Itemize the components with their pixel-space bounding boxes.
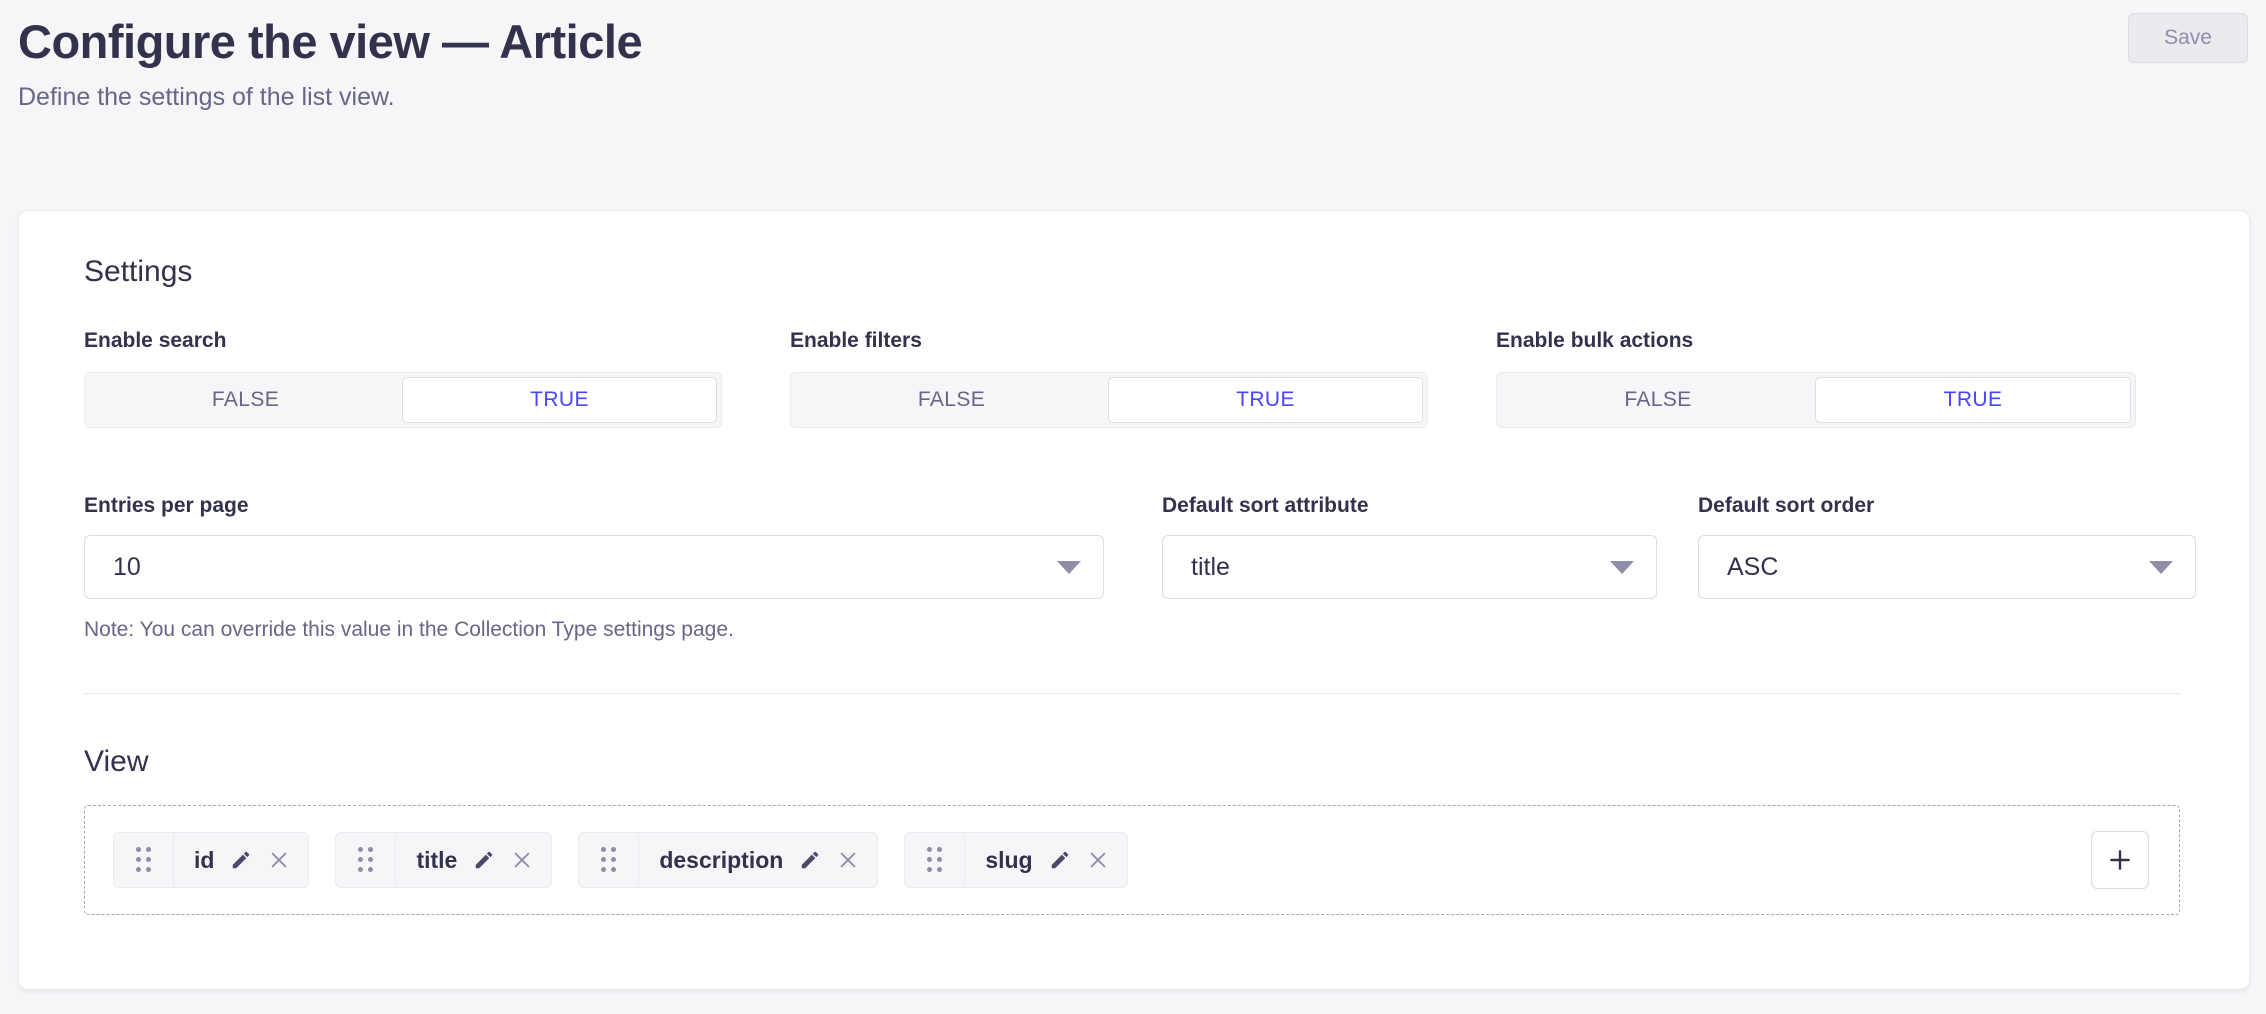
enable-filters-true-option[interactable]: TRUE xyxy=(1108,377,1423,423)
default-sort-order-select[interactable]: ASC xyxy=(1698,535,2196,599)
label-default-sort-attribute: Default sort attribute xyxy=(1162,495,1657,516)
enable-filters-false-option[interactable]: FALSE xyxy=(795,377,1108,423)
enable-bulk-actions-false-option[interactable]: FALSE xyxy=(1501,377,1815,423)
edit-pencil-icon[interactable] xyxy=(230,849,252,871)
field-entries-per-page: Entries per page 10 xyxy=(84,495,1104,599)
edit-pencil-icon[interactable] xyxy=(1049,849,1071,871)
edit-pencil-icon[interactable] xyxy=(473,849,495,871)
segmented-control-enable-filters: FALSE TRUE xyxy=(790,372,1428,428)
field-default-sort-order: Default sort order ASC xyxy=(1698,495,2196,599)
entries-per-page-select[interactable]: 10 xyxy=(84,535,1104,599)
segmented-control-enable-bulk-actions: FALSE TRUE xyxy=(1496,372,2136,428)
section-divider xyxy=(84,693,2180,694)
drag-handle-icon[interactable] xyxy=(114,833,174,887)
field-default-sort-attribute: Default sort attribute title xyxy=(1162,495,1657,599)
configure-view-page: Configure the view — Article Define the … xyxy=(0,0,2266,1014)
drag-handle-icon[interactable] xyxy=(579,833,639,887)
page-title: Configure the view — Article xyxy=(18,12,2226,72)
drag-handle-icon[interactable] xyxy=(905,833,965,887)
default-sort-attribute-select[interactable]: title xyxy=(1162,535,1657,599)
field-chip-label: id xyxy=(194,849,214,872)
toggle-row: Enable search FALSE TRUE Enable filters … xyxy=(84,330,2180,445)
field-chip-id[interactable]: id xyxy=(113,832,309,888)
field-chip-label: title xyxy=(416,849,457,872)
view-section-title: View xyxy=(84,745,148,779)
toggle-group-enable-bulk-actions: Enable bulk actions FALSE TRUE xyxy=(1496,330,2136,428)
enable-search-true-option[interactable]: TRUE xyxy=(402,377,717,423)
field-chip-label: slug xyxy=(985,849,1032,872)
toggle-group-enable-filters: Enable filters FALSE TRUE xyxy=(790,330,1428,428)
entries-per-page-value: 10 xyxy=(113,555,1057,580)
field-chip-label: description xyxy=(659,849,783,872)
field-chip-title[interactable]: title xyxy=(335,832,552,888)
edit-pencil-icon[interactable] xyxy=(799,849,821,871)
chevron-down-icon xyxy=(1057,561,1081,574)
page-subtitle: Define the settings of the list view. xyxy=(18,81,2226,114)
label-enable-filters: Enable filters xyxy=(790,330,1428,351)
save-button[interactable]: Save xyxy=(2128,13,2248,63)
label-entries-per-page: Entries per page xyxy=(84,495,1104,516)
settings-section-title: Settings xyxy=(84,255,192,289)
add-field-button[interactable] xyxy=(2091,831,2149,889)
enable-bulk-actions-true-option[interactable]: TRUE xyxy=(1815,377,2131,423)
toggle-group-enable-search: Enable search FALSE TRUE xyxy=(84,330,722,428)
remove-close-icon[interactable] xyxy=(1087,849,1109,871)
label-enable-bulk-actions: Enable bulk actions xyxy=(1496,330,2136,351)
plus-icon xyxy=(2107,847,2133,873)
default-sort-attribute-value: title xyxy=(1191,555,1610,580)
enable-search-false-option[interactable]: FALSE xyxy=(89,377,402,423)
label-enable-search: Enable search xyxy=(84,330,722,351)
chevron-down-icon xyxy=(2149,561,2173,574)
drag-handle-icon[interactable] xyxy=(336,833,396,887)
label-default-sort-order: Default sort order xyxy=(1698,495,2196,516)
remove-close-icon[interactable] xyxy=(837,849,859,871)
chevron-down-icon xyxy=(1610,561,1634,574)
view-fields-dropzone: id title xyxy=(84,805,2180,915)
entries-per-page-note: Note: You can override this value in the… xyxy=(84,618,734,642)
field-chip-slug[interactable]: slug xyxy=(904,832,1127,888)
default-sort-order-value: ASC xyxy=(1727,555,2149,580)
page-header: Configure the view — Article Define the … xyxy=(0,0,2266,210)
remove-close-icon[interactable] xyxy=(511,849,533,871)
segmented-control-enable-search: FALSE TRUE xyxy=(84,372,722,428)
remove-close-icon[interactable] xyxy=(268,849,290,871)
field-chip-description[interactable]: description xyxy=(578,832,878,888)
